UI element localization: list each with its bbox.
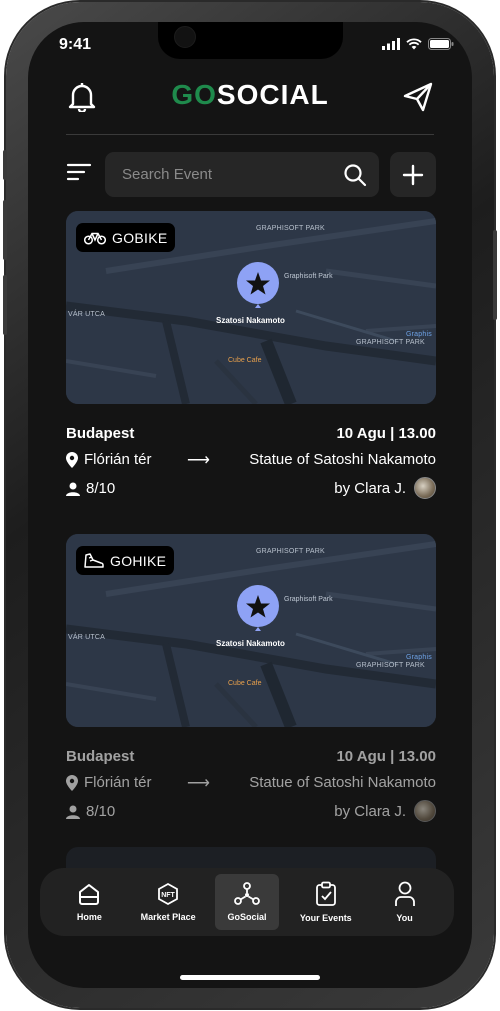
- battery-icon: [428, 38, 454, 50]
- tab-label: Your Events: [299, 913, 352, 923]
- network-icon: [234, 882, 260, 905]
- map-street-label: VÁR UTCA: [68, 311, 105, 318]
- silent-switch: [3, 150, 7, 180]
- tab-your-events[interactable]: Your Events: [294, 874, 358, 930]
- app-screen: 9:41 GOSOCIAL Search Event GOBIKE GRAPHI…: [28, 22, 472, 988]
- activity-tag: GOHIKE: [76, 546, 175, 575]
- event-from-label: Flórián tér: [84, 774, 152, 791]
- tab-gosocial[interactable]: GoSocial: [214, 874, 279, 930]
- map-poi-label: Graphis: [406, 331, 432, 338]
- add-event-button[interactable]: [390, 152, 436, 197]
- tab-home[interactable]: Home: [57, 874, 121, 930]
- tab-you[interactable]: You: [373, 874, 437, 930]
- logo-go: GO: [171, 79, 217, 110]
- search-input[interactable]: [120, 165, 320, 184]
- header-divider: [66, 134, 434, 135]
- pin-name-label: Szatosi Nakamoto: [216, 639, 285, 648]
- logo-social: SOCIAL: [216, 79, 329, 110]
- map-park-label: Graphisoft Park: [284, 273, 333, 280]
- bicycle-icon: [84, 232, 106, 245]
- location-pin-icon: [66, 451, 78, 468]
- search-row: [66, 152, 436, 197]
- search-box[interactable]: [105, 152, 379, 197]
- organizer[interactable]: by Clara J.: [334, 477, 436, 499]
- route-arrow-icon: ⟶: [187, 775, 210, 792]
- event-date: 10 Agu | 13.00: [336, 748, 436, 765]
- search-icon[interactable]: [343, 163, 367, 187]
- volume-up-button: [3, 200, 7, 260]
- cellular-signal-icon: [382, 38, 400, 50]
- paper-plane-icon: [403, 82, 433, 112]
- event-from-label: Flórián tér: [84, 451, 152, 468]
- map-street-label: GRAPHISOFT PARK: [256, 548, 325, 555]
- filter-button[interactable]: [66, 162, 94, 188]
- activity-tag-label: GOHIKE: [110, 552, 167, 569]
- participants-count: 8/10: [86, 803, 116, 820]
- organizer-label: by Clara J.: [334, 802, 406, 820]
- filter-lines-icon: [66, 163, 92, 181]
- event-date: 10 Agu | 13.00: [336, 425, 436, 442]
- event-city: Budapest: [66, 748, 135, 765]
- event-city: Budapest: [66, 425, 135, 442]
- map-street-label: GRAPHISOFT PARK: [356, 662, 425, 669]
- participants-count: 8/10: [86, 480, 116, 497]
- route-arrow-icon: ⟶: [187, 452, 210, 469]
- participants: 8/10: [66, 803, 115, 820]
- destination-pin[interactable]: [236, 584, 280, 639]
- event-map[interactable]: GOHIKE GRAPHISOFT PARK GRAPHISOFT PARK V…: [66, 534, 436, 727]
- pin-name-label: Szatosi Nakamoto: [216, 316, 285, 325]
- tab-label: You: [396, 913, 413, 923]
- map-cafe-label: Cube Cafe: [228, 357, 262, 364]
- status-icons: [382, 38, 454, 50]
- person-icon: [66, 482, 80, 496]
- participants: 8/10: [66, 480, 115, 497]
- status-time: 9:41: [59, 36, 92, 53]
- power-button: [493, 230, 497, 320]
- location-pin-icon: [66, 774, 78, 791]
- camera: [174, 26, 196, 48]
- destination-pin[interactable]: [236, 261, 280, 316]
- star-pin-icon: [237, 262, 279, 308]
- activity-tag: GOBIKE: [76, 223, 176, 252]
- home-indicator[interactable]: [180, 975, 320, 980]
- clipboard-check-icon: [315, 881, 336, 906]
- map-poi-label: Graphis: [406, 654, 432, 661]
- activity-tag-label: GOBIKE: [112, 229, 168, 246]
- map-park-label: Graphisoft Park: [284, 596, 333, 603]
- event-to: Statue of Satoshi Nakamoto: [249, 451, 436, 468]
- event-to: Statue of Satoshi Nakamoto: [249, 774, 436, 791]
- map-street-label: GRAPHISOFT PARK: [356, 339, 425, 346]
- event-from: Flórián tér: [66, 774, 152, 791]
- map-cafe-label: Cube Cafe: [228, 680, 262, 687]
- avatar[interactable]: [414, 477, 436, 499]
- svg-text:NFT: NFT: [161, 892, 175, 899]
- map-street-label: GRAPHISOFT PARK: [256, 225, 325, 232]
- organizer-label: by Clara J.: [334, 479, 406, 497]
- tab-label: Home: [76, 912, 102, 922]
- user-icon: [394, 881, 415, 906]
- tab-market-place[interactable]: NFT Market Place: [136, 874, 200, 930]
- avatar[interactable]: [414, 800, 436, 822]
- event-from: Flórián tér: [66, 451, 152, 468]
- organizer[interactable]: by Clara J.: [334, 800, 436, 822]
- star-pin-icon: [237, 585, 279, 631]
- bottom-tab-bar: Home NFT Market Place GoSocial Your Even…: [40, 868, 454, 936]
- nft-icon: NFT: [158, 882, 179, 906]
- event-map[interactable]: GOBIKE GRAPHISOFT PARK GRAPHISOFT PARK V…: [66, 211, 436, 404]
- hiking-shoe-icon: [84, 552, 104, 568]
- volume-down-button: [3, 275, 7, 335]
- messages-button[interactable]: [402, 82, 434, 117]
- person-icon: [66, 805, 80, 819]
- tab-label: GoSocial: [227, 912, 267, 922]
- home-icon: [79, 884, 100, 905]
- plus-icon: [402, 164, 424, 185]
- wifi-icon: [406, 38, 422, 50]
- map-street-label: VÁR UTCA: [68, 634, 105, 641]
- tab-label: Market Place: [140, 912, 196, 922]
- status-bar: 9:41: [28, 22, 472, 66]
- notch: [158, 22, 343, 59]
